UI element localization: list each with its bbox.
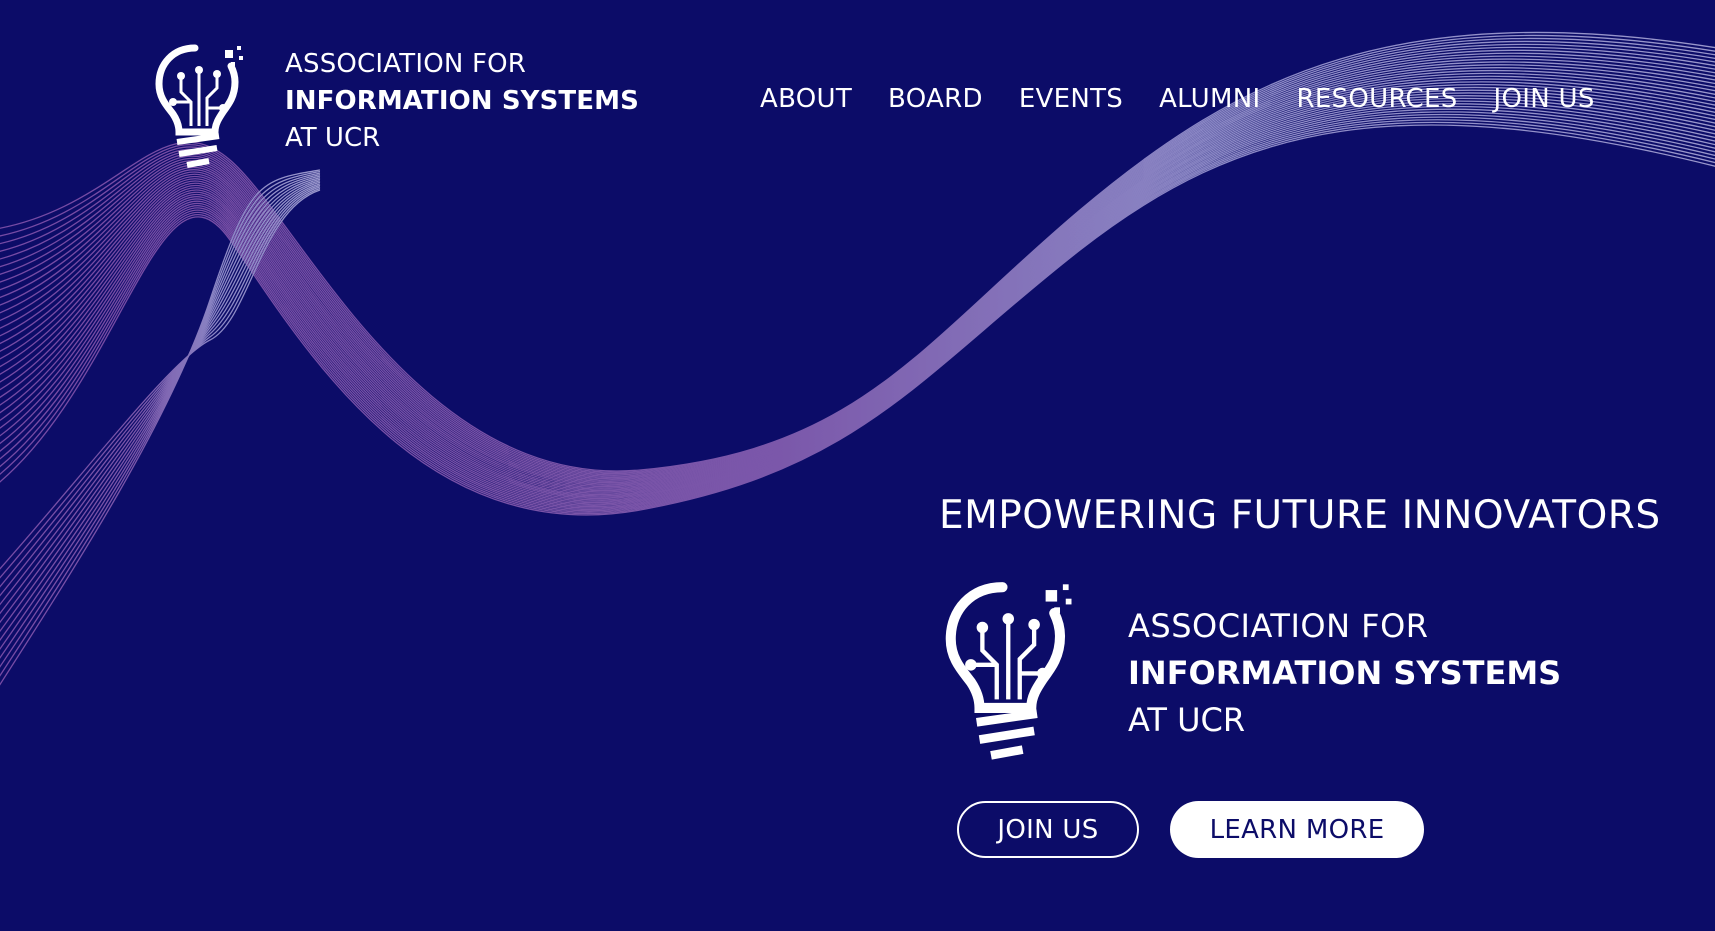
wave-line (0, 89, 1715, 498)
nav-alumni[interactable]: ALUMNI (1159, 84, 1260, 114)
wave-line (0, 180, 321, 624)
wave-line (0, 177, 321, 642)
wave-line (0, 169, 321, 686)
wave-line (0, 72, 1715, 490)
wave-line (0, 124, 1715, 516)
wave-line (0, 184, 321, 597)
wave-line (0, 103, 1715, 505)
join-us-button[interactable]: JOIN US (957, 801, 1139, 858)
wave-line (0, 86, 1715, 497)
wave-line (0, 105, 1715, 506)
wave-line (0, 52, 1715, 481)
nav-events[interactable]: EVENTS (1019, 84, 1123, 114)
nav-board[interactable]: BOARD (888, 84, 983, 114)
wave-line (0, 172, 321, 668)
wave-line (0, 119, 1715, 513)
lightbulb-circuit-icon (155, 44, 243, 168)
landing-page: ASSOCIATION FOR INFORMATION SYSTEMS AT U… (0, 0, 1715, 931)
wave-line (0, 116, 1715, 512)
brand-line-1: ASSOCIATION FOR (285, 49, 527, 79)
wave-line (0, 111, 1715, 509)
hero-brand-name: ASSOCIATION FOR INFORMATION SYSTEMS AT U… (1128, 603, 1561, 744)
wave-line (0, 67, 1715, 488)
wave-line (0, 175, 321, 650)
wave-line (0, 121, 1715, 515)
wave-line (0, 61, 1715, 485)
wave-line (0, 92, 1715, 500)
site-logo[interactable]: ASSOCIATION FOR INFORMATION SYSTEMS AT U… (155, 42, 639, 172)
hero-logo: ASSOCIATION FOR INFORMATION SYSTEMS AT U… (945, 573, 1561, 775)
wave-line (0, 170, 321, 677)
lightbulb-circuit-icon (945, 582, 1072, 760)
wave-line (0, 187, 321, 579)
wave-line (0, 81, 1715, 494)
wave-line (0, 55, 1715, 483)
wave-line (0, 64, 1715, 486)
wave-line (0, 108, 1715, 508)
wave-line (0, 173, 321, 659)
brand-line-2: INFORMATION SYSTEMS (285, 86, 639, 116)
wave-line (0, 78, 1715, 493)
wave-line (0, 113, 1715, 511)
wave-line (0, 83, 1715, 495)
wave-line (0, 95, 1715, 501)
nav-join-us[interactable]: JOIN US (1494, 84, 1595, 114)
decorative-wave-graphic (0, 31, 1715, 686)
hero-brand-line-1: ASSOCIATION FOR (1128, 607, 1429, 645)
wave-line (0, 49, 1715, 480)
wave-line (0, 58, 1715, 484)
brand-line-3: AT UCR (285, 123, 381, 153)
brand-name: ASSOCIATION FOR INFORMATION SYSTEMS AT U… (285, 46, 639, 157)
hero-title: EMPOWERING FUTURE INNOVATORS (939, 493, 1661, 538)
nav-about[interactable]: ABOUT (760, 84, 852, 114)
wave-line (0, 97, 1715, 502)
wave-line (0, 183, 321, 606)
learn-more-button[interactable]: LEARN MORE (1170, 801, 1424, 858)
wave-line (0, 100, 1715, 504)
wave-line (0, 181, 321, 615)
wave-line (0, 186, 321, 588)
nav-resources[interactable]: RESOURCES (1296, 84, 1457, 114)
main-nav: ABOUT BOARD EVENTS ALUMNI RESOURCES JOIN… (760, 84, 1595, 114)
wave-line (0, 69, 1715, 489)
wave-line (0, 75, 1715, 492)
wave-line (0, 189, 321, 570)
hero-brand-line-3: AT UCR (1128, 701, 1246, 739)
hero-brand-line-2: INFORMATION SYSTEMS (1128, 654, 1562, 692)
wave-line (0, 178, 321, 633)
